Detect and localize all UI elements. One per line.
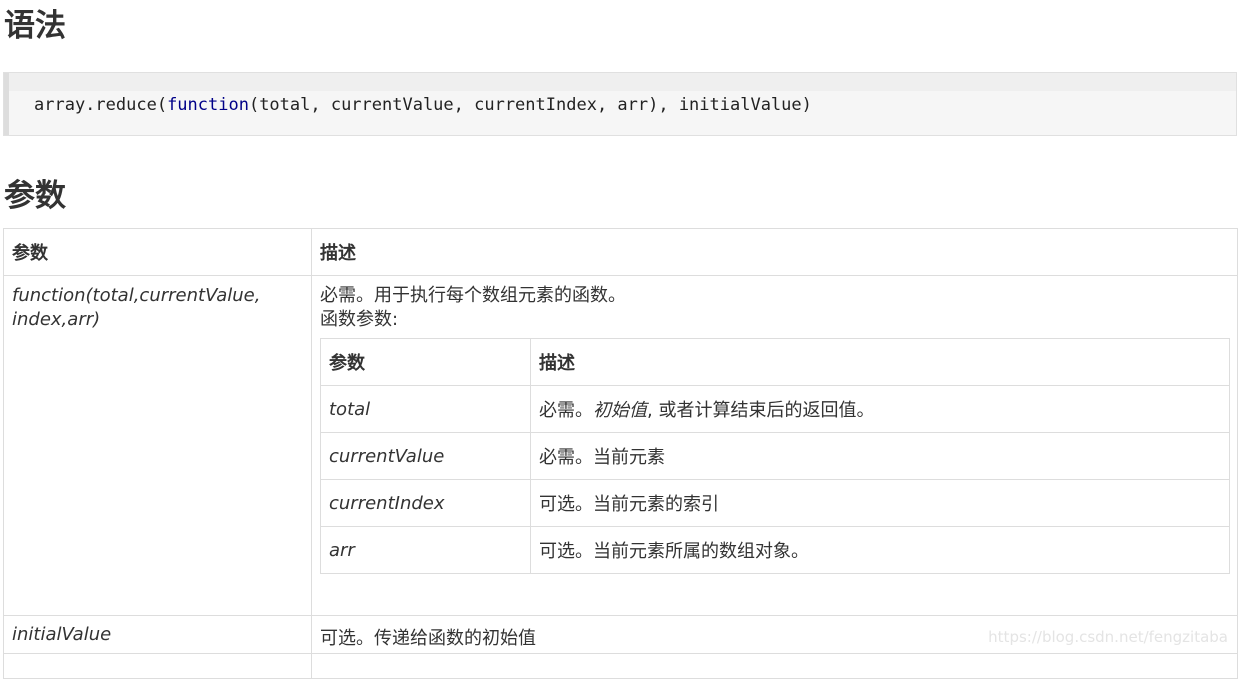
header-param: 参数	[3, 228, 312, 276]
inner-row: arr 可选。当前元素所属的数组对象。	[320, 526, 1230, 574]
watermark: https://blog.csdn.net/fengzitaba	[988, 628, 1228, 646]
code-block: array.reduce(function(total, currentValu…	[3, 72, 1237, 136]
inner-header-row: 参数 描述	[320, 338, 1230, 386]
inner-param-arr: arr	[320, 526, 531, 574]
inner-desc-arr: 可选。当前元素所属的数组对象。	[530, 526, 1230, 574]
inner-desc-total-prefix: 必需。	[539, 400, 593, 421]
code-object: array.reduce(	[34, 95, 168, 115]
desc-initialvalue: 可选。传递给函数的初始值	[311, 615, 1238, 679]
inner-header-desc: 描述	[530, 338, 1230, 386]
syntax-heading: 语法	[4, 8, 66, 44]
code-keyword: function	[167, 95, 249, 115]
code-line: array.reduce(function(total, currentValu…	[34, 93, 812, 117]
header-desc: 描述	[311, 228, 1238, 276]
desc-function: 必需。用于执行每个数组元素的函数。 函数参数: 参数 描述 total 必需。初…	[311, 275, 1238, 616]
param-initialvalue: initialValue	[3, 615, 312, 679]
parameters-table: 参数 描述 function(total,currentValue, index…	[3, 228, 1238, 679]
inner-row: currentValue 必需。当前元素	[320, 432, 1230, 480]
inner-param-currentvalue: currentValue	[320, 432, 531, 480]
inner-desc-currentindex: 可选。当前元素的索引	[530, 479, 1230, 527]
inner-desc-total: 必需。初始值, 或者计算结束后的返回值。	[530, 385, 1230, 433]
desc-function-line2: 函数参数:	[320, 309, 399, 330]
param-function-text: function(total,currentValue, index,arr)	[12, 285, 261, 330]
inner-param-total: total	[320, 385, 531, 433]
code-arguments: (total, currentValue, currentIndex, arr)…	[248, 95, 812, 115]
inner-header-param: 参数	[320, 338, 531, 386]
inner-desc-total-suffix: , 或者计算结束后的返回值。	[647, 400, 875, 421]
function-params-table: 参数 描述 total 必需。初始值, 或者计算结束后的返回值。 current…	[320, 338, 1230, 574]
table-row: initialValue 可选。传递给函数的初始值	[3, 615, 1238, 679]
param-function: function(total,currentValue, index,arr)	[3, 275, 312, 616]
bottom-divider	[3, 653, 1238, 654]
desc-function-line1: 必需。用于执行每个数组元素的函数。	[320, 285, 626, 306]
inner-row: total 必需。初始值, 或者计算结束后的返回值。	[320, 385, 1230, 433]
inner-desc-total-italic: 初始值	[593, 400, 647, 421]
inner-param-currentindex: currentIndex	[320, 479, 531, 527]
table-row: function(total,currentValue, index,arr) …	[3, 275, 1238, 616]
inner-desc-currentvalue: 必需。当前元素	[530, 432, 1230, 480]
inner-row: currentIndex 可选。当前元素的索引	[320, 479, 1230, 527]
parameters-heading: 参数	[4, 178, 66, 214]
table-header-row: 参数 描述	[3, 228, 1238, 276]
